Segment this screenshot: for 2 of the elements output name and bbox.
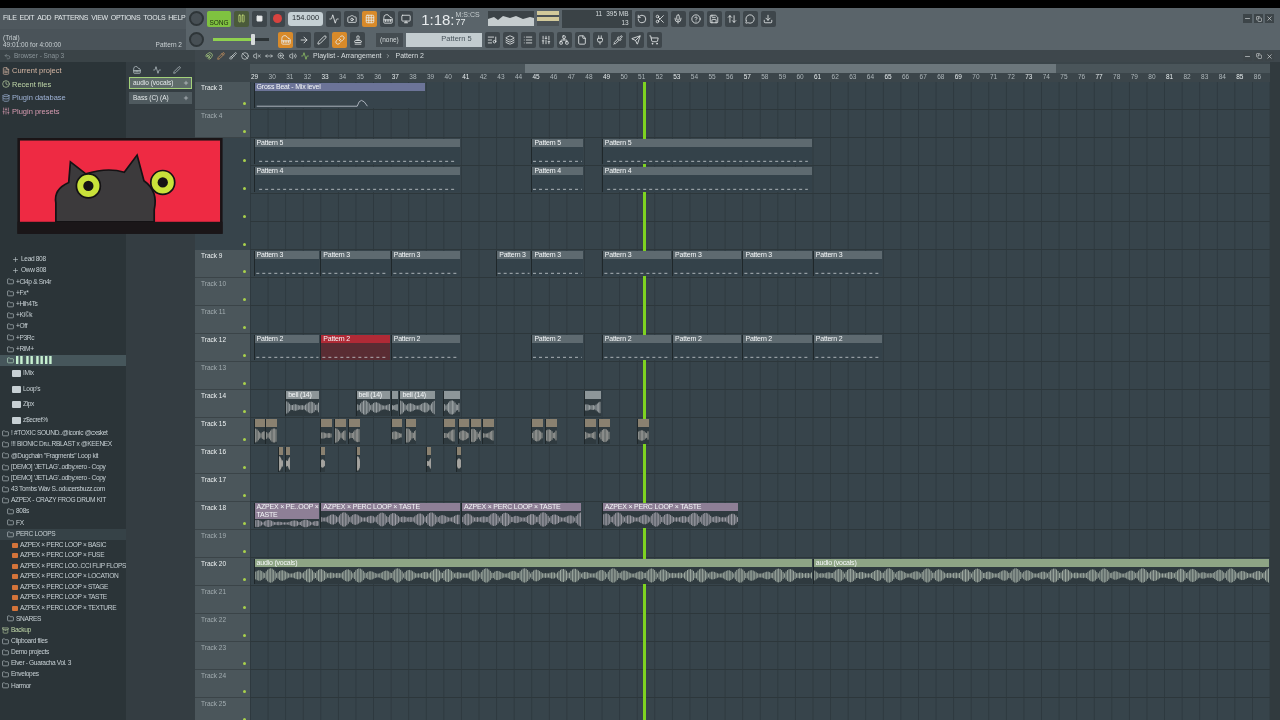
song-time: 1:18: bbox=[421, 11, 455, 27]
song-time-centiseconds: 77 bbox=[455, 17, 466, 27]
